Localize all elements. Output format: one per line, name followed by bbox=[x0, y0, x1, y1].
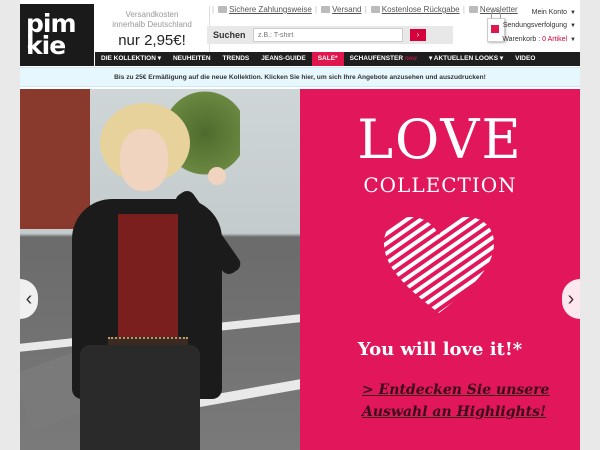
link-shipping[interactable]: Versand bbox=[332, 5, 361, 14]
my-account-link[interactable]: Mein Konto ▼ bbox=[532, 9, 576, 16]
love-collection-panel: LOVE COLLECTION You will love it!* > Ent… bbox=[300, 89, 580, 450]
shipping-line-2: innerhalb Deutschland bbox=[112, 20, 192, 29]
nav-trends[interactable]: TRENDS bbox=[217, 52, 256, 66]
hero-cta-link[interactable]: > Entdecken Sie unsere Auswahl an Highli… bbox=[362, 379, 562, 423]
nav-sale[interactable]: SALE* bbox=[311, 52, 344, 66]
chevron-down-icon: ▼ bbox=[570, 37, 576, 43]
tracking-link[interactable]: Sendungsverfolgung ▼ bbox=[503, 22, 576, 29]
lock-icon bbox=[218, 6, 228, 14]
nav-jeans-guide[interactable]: JEANS-GUIDE bbox=[255, 52, 311, 66]
hero-slider[interactable]: LOVE COLLECTION You will love it!* > Ent… bbox=[20, 89, 580, 450]
search-bar: Suchen › bbox=[207, 26, 453, 44]
promo-banner[interactable]: Bis zu 25€ Ermäßigung auf die neue Kolle… bbox=[20, 67, 580, 87]
chevron-down-icon: ▼ bbox=[570, 23, 576, 29]
search-input[interactable] bbox=[253, 28, 403, 42]
nav-current-looks[interactable]: ▾ AKTUELLEN LOOKS ▾ bbox=[423, 52, 509, 66]
cart-link[interactable]: Warenkorb : 0 Artikel ▼ bbox=[502, 36, 576, 43]
nav-new[interactable]: NEUHEITEN bbox=[167, 52, 217, 66]
hero-tagline: You will love it!* bbox=[357, 339, 523, 360]
chevron-down-icon: ▼ bbox=[570, 10, 576, 16]
truck-icon bbox=[321, 6, 331, 14]
cart-count: 0 Artikel bbox=[542, 36, 568, 43]
heart-icon bbox=[384, 217, 494, 313]
shipping-info: Versandkosten innerhalb Deutschland nur … bbox=[98, 10, 206, 50]
return-icon bbox=[370, 6, 380, 14]
top-links: | Sichere Zahlungsweise | Versand | Kostenl… bbox=[212, 5, 518, 14]
pimkie-logo[interactable]: pim kie ® bbox=[20, 4, 94, 66]
logo-line-2: kie bbox=[26, 31, 66, 60]
page: pim kie ® Versandkosten innerhalb Deutsc… bbox=[20, 0, 580, 450]
nav-video[interactable]: VIDEO bbox=[509, 52, 541, 66]
hero-subtitle: COLLECTION bbox=[363, 173, 517, 197]
new-badge: new bbox=[405, 55, 417, 62]
shipping-line-1: Versandkosten bbox=[125, 10, 179, 19]
nav-collection[interactable]: DIE KOLLEKTION ▾ bbox=[95, 52, 167, 66]
hero-photo bbox=[20, 89, 300, 450]
main-nav: DIE KOLLEKTION ▾ NEUHEITEN TRENDS JEANS-… bbox=[95, 52, 580, 66]
search-label: Suchen bbox=[213, 30, 246, 40]
link-secure-payment[interactable]: Sichere Zahlungsweise bbox=[229, 5, 312, 14]
mail-icon bbox=[468, 6, 478, 14]
hero-title: LOVE bbox=[357, 108, 523, 171]
registered-mark: ® bbox=[27, 44, 33, 51]
search-submit-button[interactable]: › bbox=[410, 29, 426, 41]
shipping-price: nur 2,95€! bbox=[118, 32, 186, 49]
link-free-return[interactable]: Kostenlose Rückgabe bbox=[382, 5, 460, 14]
nav-showcase[interactable]: SCHAUFENSTER new bbox=[344, 52, 423, 66]
